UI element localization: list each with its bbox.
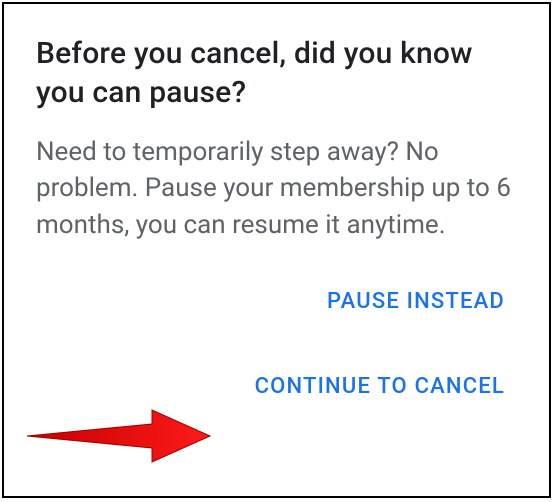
dialog-actions: PAUSE INSTEAD CONTINUE TO CANCEL bbox=[36, 283, 517, 405]
dialog-body: Need to temporarily step away? No proble… bbox=[36, 134, 517, 243]
pause-instead-button[interactable]: PAUSE INSTEAD bbox=[323, 283, 509, 320]
continue-to-cancel-button[interactable]: CONTINUE TO CANCEL bbox=[251, 368, 509, 405]
cancel-pause-dialog: Before you cancel, did you know you can … bbox=[2, 2, 551, 498]
dialog-title: Before you cancel, did you know you can … bbox=[36, 34, 517, 112]
annotation-arrow-icon bbox=[22, 406, 212, 466]
